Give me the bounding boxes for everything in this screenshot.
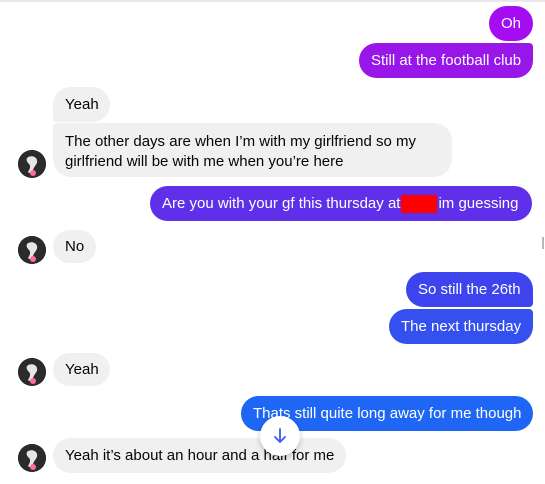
incoming-message[interactable]: The other days are when I’m with my girl…: [53, 123, 452, 177]
arrow-down-icon: [274, 428, 286, 443]
contact-avatar[interactable]: [18, 150, 46, 178]
chat-thread: Oh Still at the football club Yeah The o…: [0, 0, 545, 484]
message-text: No: [65, 237, 85, 255]
outgoing-message[interactable]: So still the 26th: [406, 272, 533, 307]
message-text: The other days are when I’m with my girl…: [65, 133, 416, 170]
redaction-box: [401, 194, 438, 213]
header-divider: [0, 0, 545, 2]
incoming-message[interactable]: Yeah: [53, 353, 110, 386]
avatar-image: [18, 236, 46, 264]
message-text-after-redaction: im guessing: [438, 194, 519, 212]
outgoing-message[interactable]: The next thursday: [389, 309, 533, 344]
outgoing-message[interactable]: Still at the football club: [359, 43, 533, 78]
contact-avatar[interactable]: [18, 358, 46, 386]
message-text: The next thursday: [401, 317, 522, 335]
avatar-image: [18, 358, 46, 386]
incoming-message[interactable]: Yeah: [53, 87, 110, 122]
message-text: So still the 26th: [418, 280, 521, 298]
incoming-message[interactable]: No: [53, 230, 96, 263]
incoming-message[interactable]: Yeah it’s about an hour and a half for m…: [53, 438, 346, 473]
message-text: Yeah: [65, 95, 99, 113]
outgoing-message[interactable]: Oh: [489, 6, 533, 41]
scroll-to-bottom-button[interactable]: [260, 416, 300, 456]
message-text-before-redaction: Are you with your gf this thursday at: [162, 194, 401, 212]
message-text: Oh: [501, 14, 522, 32]
contact-avatar[interactable]: [18, 444, 46, 472]
outgoing-message[interactable]: Are you with your gf this thursday at im…: [150, 186, 532, 221]
contact-avatar[interactable]: [18, 236, 46, 264]
message-text: Yeah: [65, 360, 99, 378]
message-text: Still at the football club: [371, 51, 522, 69]
scrollbar-thumb[interactable]: [542, 237, 544, 249]
avatar-image: [18, 150, 46, 178]
avatar-image: [18, 444, 46, 472]
